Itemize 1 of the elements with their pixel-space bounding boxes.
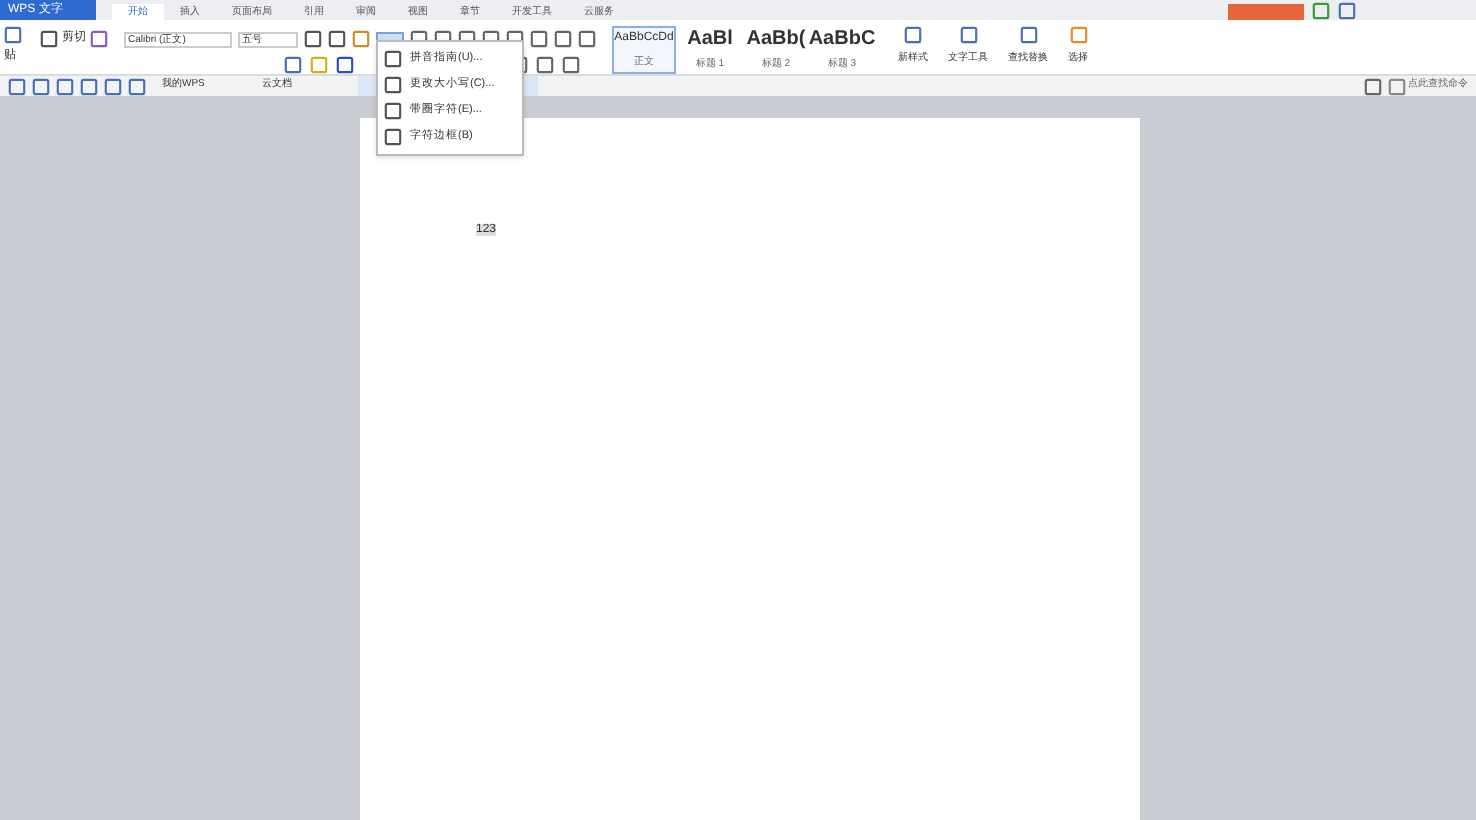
login-button[interactable] [1228, 3, 1304, 19]
